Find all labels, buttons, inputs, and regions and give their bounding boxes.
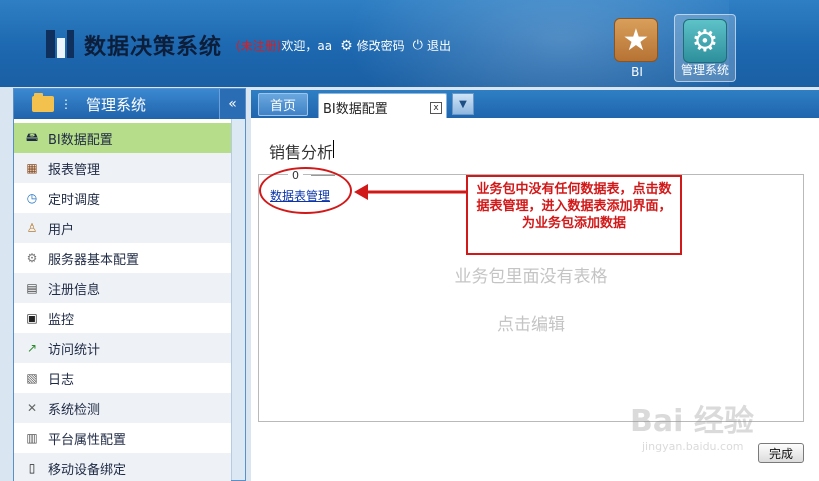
- platform-icon: ▥: [26, 431, 38, 445]
- user-bar: (未注册) 欢迎，aa ⚙ 修改密码 ⏻ 退出: [236, 37, 451, 54]
- watermark-logo: Bai 经验: [630, 404, 754, 439]
- annotation-ellipse: [259, 167, 352, 214]
- admin-system-button-label: 管理系统: [680, 63, 729, 77]
- sidebar-item-label: 报表管理: [48, 162, 101, 178]
- separator-icon: ⋮: [60, 97, 72, 111]
- annotation-callout: 业务包中没有任何数据表，点击数据表管理，进入数据表添加界面，为业务包添加数据: [466, 175, 682, 255]
- register-icon: ▤: [26, 281, 38, 295]
- power-icon: ⏻: [412, 38, 423, 53]
- sidebar-item-monitor[interactable]: ▣ 监控: [14, 303, 231, 333]
- chevron-down-icon[interactable]: ▼: [452, 93, 474, 115]
- sidebar-item-label: 注册信息: [48, 282, 101, 298]
- watermark-url: jingyan.baidu.com: [642, 440, 744, 453]
- sidebar-item-mobile-binding[interactable]: ▯ 移动设备绑定: [14, 453, 231, 481]
- star-icon: ★: [614, 18, 658, 62]
- sidebar-item-label: 定时调度: [48, 192, 101, 208]
- app-header: 数据决策系统 (未注册) 欢迎，aa ⚙ 修改密码 ⏻ 退出 ★ BI ⚙ 管理…: [0, 0, 819, 87]
- folder-icon: [32, 93, 54, 112]
- sidebar-item-label: 平台属性配置: [48, 432, 127, 448]
- gear-icon: ⚙: [26, 251, 38, 265]
- sidebar-scrollbar[interactable]: [231, 119, 245, 480]
- database-icon: 🖴: [25, 129, 39, 144]
- mobile-icon: ▯: [28, 461, 36, 475]
- sidebar-item-registration[interactable]: ▤ 注册信息: [14, 273, 231, 303]
- report-icon: ▦: [26, 161, 38, 175]
- empty-message: 业务包里面没有表格: [454, 267, 608, 287]
- app-title: 数据决策系统: [84, 35, 223, 60]
- tools-icon: ✕: [26, 401, 38, 415]
- sidebar-item-access-stats[interactable]: ↗ 访问统计: [14, 333, 231, 363]
- sidebar-menu: 🖴 BI数据配置 ▦ 报表管理 ◷ 定时调度 ♙ 用户 ⚙ 服务器基本配置 ▤ …: [14, 123, 231, 481]
- gear-icon: ⚙: [340, 37, 353, 54]
- monitor-icon: ▣: [26, 311, 38, 325]
- close-icon[interactable]: x: [430, 102, 442, 114]
- tab-label: BI数据配置: [323, 102, 388, 117]
- app-logo-icon: [46, 30, 74, 58]
- bi-button-label: BI: [631, 65, 643, 79]
- sidebar-item-report-management[interactable]: ▦ 报表管理: [14, 153, 231, 183]
- admin-system-button[interactable]: ⚙ 管理系统: [674, 14, 736, 82]
- sidebar-item-log[interactable]: ▧ 日志: [14, 363, 231, 393]
- click-to-edit[interactable]: 点击编辑: [259, 310, 803, 335]
- sidebar-header: ⋮ 管理系统 «: [14, 89, 245, 119]
- sidebar-item-platform-config[interactable]: ▥ 平台属性配置: [14, 423, 231, 453]
- stats-icon: ↗: [26, 341, 38, 355]
- sidebar-item-label: BI数据配置: [48, 132, 113, 148]
- log-icon: ▧: [26, 371, 38, 385]
- tab-bar: 首页 BI数据配置 x ▼: [251, 90, 819, 118]
- sidebar-item-server-config[interactable]: ⚙ 服务器基本配置: [14, 243, 231, 273]
- package-title[interactable]: 销售分析: [269, 139, 333, 163]
- clock-icon: ◷: [26, 191, 38, 205]
- change-password-link[interactable]: 修改密码: [357, 37, 405, 54]
- sidebar-item-scheduling[interactable]: ◷ 定时调度: [14, 183, 231, 213]
- tab-home[interactable]: 首页: [258, 93, 308, 116]
- sidebar-item-users[interactable]: ♙ 用户: [14, 213, 231, 243]
- sidebar: ⋮ 管理系统 « 🖴 BI数据配置 ▦ 报表管理 ◷ 定时调度 ♙ 用户 ⚙ 服…: [13, 88, 246, 481]
- text-cursor: [333, 140, 334, 158]
- sidebar-item-label: 访问统计: [48, 342, 101, 358]
- unregistered-label[interactable]: (未注册): [236, 37, 281, 54]
- annotation-arrow-icon: [354, 184, 466, 200]
- user-icon: ♙: [26, 221, 38, 235]
- sidebar-item-label: 用户: [48, 222, 75, 238]
- sidebar-item-label: 日志: [48, 372, 75, 388]
- sidebar-item-bi-data-config[interactable]: 🖴 BI数据配置: [14, 123, 231, 153]
- logout-link[interactable]: 退出: [427, 37, 451, 54]
- tab-bi-data-config[interactable]: BI数据配置 x: [318, 93, 447, 118]
- sidebar-item-label: 移动设备绑定: [48, 462, 127, 478]
- welcome-text: 欢迎，aa: [281, 39, 333, 53]
- sidebar-item-system-check[interactable]: ✕ 系统检测: [14, 393, 231, 423]
- sidebar-title: 管理系统: [86, 95, 147, 114]
- bi-button[interactable]: ★ BI: [606, 14, 668, 82]
- sidebar-item-label: 监控: [48, 312, 75, 328]
- sidebar-item-label: 服务器基本配置: [48, 252, 140, 268]
- collapse-sidebar-button[interactable]: «: [219, 89, 245, 119]
- gear-icon: ⚙: [683, 19, 727, 63]
- baidu-watermark: Bai 经验 jingyan.baidu.com: [630, 396, 810, 458]
- sidebar-item-label: 系统检测: [48, 402, 101, 418]
